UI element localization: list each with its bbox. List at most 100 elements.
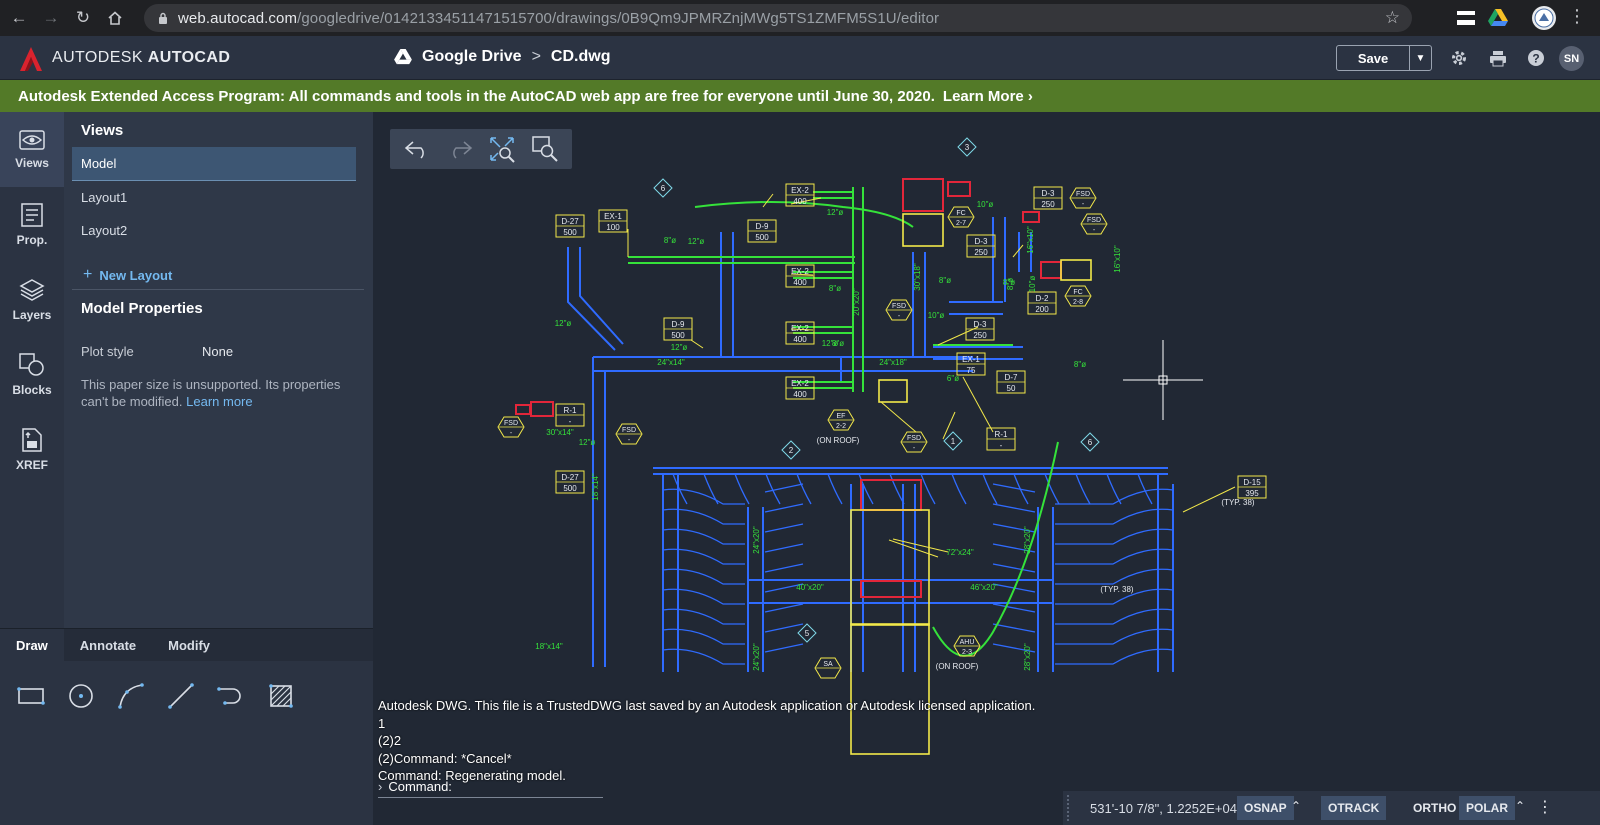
drawing-note: (ON ROOF) [936,662,979,671]
duct-tag-value: 400 [793,390,807,399]
circle-tool-icon[interactable] [66,681,96,711]
polar-toggle[interactable]: POLAR [1459,796,1515,820]
hex-tag-label: FSD [504,420,518,427]
rail-item-blocks[interactable]: Blocks [0,337,64,412]
zoom-window-icon[interactable] [528,133,562,165]
gear-icon[interactable] [1449,48,1469,68]
tab-draw[interactable]: Draw [0,629,64,661]
app-header: AUTODESK AUTOCAD Google Drive > CD.dwg S… [0,36,1600,80]
reload-icon[interactable]: ↻ [70,5,96,31]
ortho-toggle[interactable]: ORTHO [1406,796,1463,820]
flex-branch-duct [1137,473,1153,505]
status-bar: 531'-10 7/8", 1.2252E+04 OSNAP ⌃ OTRACK … [1063,791,1600,825]
tab-modify[interactable]: Modify [152,629,226,661]
duct-tag-value: 250 [1041,200,1055,209]
learn-more-link[interactable]: Learn more [186,394,252,409]
duct-tag-label: D-15 [1243,478,1261,487]
view-item-layout1[interactable]: Layout1 [72,180,356,214]
duct-tag-value: 200 [1035,305,1049,314]
hex-tag-label: FC [956,210,965,217]
home-icon[interactable] [102,5,128,31]
view-item-layout2[interactable]: Layout2 [72,213,356,247]
callout-number: 2 [789,446,794,455]
print-icon[interactable] [1488,48,1508,68]
rail-item-label: Layers [12,307,52,322]
polyline-tool-icon[interactable] [216,681,246,711]
polar-chevron-up-icon[interactable]: ⌃ [1515,799,1525,813]
user-avatar[interactable]: SN [1559,46,1584,71]
tab-annotate[interactable]: Annotate [64,629,152,661]
osnap-toggle[interactable]: OSNAP [1237,796,1294,820]
bookmark-star-icon[interactable]: ☆ [1385,8,1400,28]
plus-icon: + [83,266,93,283]
save-button[interactable]: Save [1337,46,1409,70]
duct-tag-label: EX-2 [791,267,809,276]
redo-icon[interactable] [443,133,477,165]
flex-branch-duct [662,608,745,625]
drawing-canvas[interactable]: EX-2 400 D-27 500 EX-1 100 D-9 500 EX-2 400 D-3 250… [373,112,1600,825]
duct-tag-value: 100 [606,223,620,232]
undo-icon[interactable] [400,133,434,165]
new-layout-button[interactable]: + New Layout [83,266,172,284]
flex-branch-duct [796,473,812,505]
hatch-tool-icon[interactable] [266,681,296,711]
flex-branch-duct [764,503,804,513]
flex-branch-duct [992,503,1036,513]
forward-icon[interactable]: → [38,5,64,31]
learn-more-link[interactable]: Learn More › [943,88,1033,105]
xref-icon [22,427,42,452]
rail-item-properties[interactable]: Prop. [0,187,64,262]
flex-branch-duct [992,483,1036,493]
back-icon[interactable]: ← [6,5,32,31]
command-input[interactable]: › Command: [378,776,603,798]
rail-item-label: Blocks [12,382,52,397]
save-dropdown-icon[interactable]: ▼ [1409,46,1431,70]
arc-tool-icon[interactable] [116,681,146,711]
flex-branch-duct [662,628,745,645]
osnap-chevron-up-icon[interactable]: ⌃ [1291,799,1301,813]
menu-kebab-icon[interactable]: ⋮ [1568,6,1586,27]
rail-item-xref[interactable]: XREF [0,412,64,487]
views-panel: Views Model Layout1 Layout2 + New Layout… [64,112,373,628]
command-history: Autodesk DWG. This file is a TrustedDWG … [378,697,1035,785]
dimension-label: 10"ø [1028,276,1037,293]
resize-grip-icon[interactable] [1065,791,1071,825]
lock-icon [159,12,167,24]
callout-number: 1 [951,437,956,446]
hex-tag-value: - [1082,201,1085,208]
address-bar[interactable]: web.autocad.com/googledrive/014213345114… [144,4,1412,32]
breadcrumb-file: CD.dwg [550,48,611,65]
duct-tag-label: D-3 [975,237,988,246]
rail-item-label: XREF [15,457,48,472]
flex-branch-duct [662,548,745,565]
dimension-label: 12"ø [688,237,705,246]
otrack-toggle[interactable]: OTRACK [1321,796,1387,820]
flex-branch-duct [764,643,804,653]
dimension-label: 72"x24" [946,548,974,557]
crosshair-cursor [1123,340,1203,420]
profile-avatar-icon[interactable] [1532,6,1556,30]
extension-icon[interactable] [1454,6,1478,30]
svg-text:?: ? [1532,52,1539,66]
rectangle-tool-icon[interactable] [16,681,46,711]
dimension-label: 24"x20" [752,643,761,671]
menu-kebab-icon[interactable]: ⋮ [1537,797,1553,817]
view-item-model[interactable]: Model [72,147,356,181]
duct-tag-label: EX-2 [791,379,809,388]
zoom-extents-icon[interactable] [485,133,519,165]
duct-tag-label: EX-2 [791,186,809,195]
google-drive-icon[interactable] [1486,6,1510,30]
rail-item-layers[interactable]: Layers [0,262,64,337]
duct-tag-value: 75 [967,366,976,375]
duct-tag-label: D-3 [974,320,987,329]
breadcrumb-root[interactable]: Google Drive [422,48,522,66]
layers-icon [19,278,45,301]
rail-item-views[interactable]: Views [0,112,64,187]
dimension-label: 8"ø [939,276,951,285]
dimension-label: 12"ø [555,319,572,328]
line-tool-icon[interactable] [166,681,196,711]
help-icon[interactable]: ? [1526,48,1546,68]
dimension-label: 46"x20" [970,583,998,592]
dimension-label: 20"x20" [852,288,861,316]
flex-branch-duct [662,568,745,585]
